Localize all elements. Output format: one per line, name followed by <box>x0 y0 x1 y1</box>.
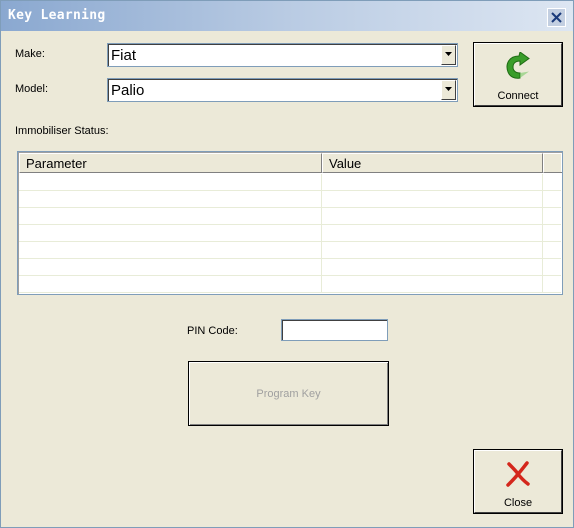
parameter-cell <box>19 276 322 292</box>
filler-cell <box>543 174 562 190</box>
table-row[interactable] <box>19 225 561 242</box>
value-cell <box>322 208 543 224</box>
value-cell <box>322 225 543 241</box>
filler-cell <box>543 225 562 241</box>
program-key-button[interactable]: Program Key <box>188 361 389 426</box>
key-learning-window: Key Learning Make: Fiat Model: Palio Con… <box>0 0 574 528</box>
window-title: Key Learning <box>8 8 106 23</box>
filler-cell <box>543 208 562 224</box>
model-value: Palio <box>111 82 145 99</box>
table-row[interactable] <box>19 191 561 208</box>
connect-button[interactable]: Connect <box>473 42 563 107</box>
table-header: Parameter Value <box>19 153 562 173</box>
model-label: Model: <box>15 83 49 95</box>
green-arrow-icon <box>506 52 530 79</box>
parameter-cell <box>19 225 322 241</box>
filler-cell <box>543 191 562 207</box>
table-row[interactable] <box>19 276 561 293</box>
connect-label: Connect <box>497 90 539 102</box>
pin-code-label: PIN Code: <box>187 325 238 337</box>
parameter-cell <box>19 191 322 207</box>
filler-cell <box>543 242 562 258</box>
title-bar[interactable]: Key Learning <box>1 1 573 31</box>
table-row[interactable] <box>19 242 561 259</box>
filler-cell <box>543 276 562 292</box>
title-close-button[interactable] <box>547 8 566 27</box>
filler-cell <box>543 259 562 275</box>
immobiliser-status-label: Immobiliser Status: <box>15 125 109 137</box>
make-value: Fiat <box>111 47 137 64</box>
value-cell <box>322 191 543 207</box>
model-dropdown-button[interactable] <box>441 80 456 100</box>
column-header-value[interactable]: Value <box>322 153 543 173</box>
model-select[interactable]: Palio <box>107 78 458 102</box>
close-icon <box>551 12 562 23</box>
value-cell <box>322 242 543 258</box>
column-header-filler <box>543 153 562 173</box>
make-label: Make: <box>15 48 45 60</box>
chevron-down-icon <box>445 87 452 91</box>
program-key-label: Program Key <box>256 388 321 400</box>
column-header-parameter[interactable]: Parameter <box>19 153 322 173</box>
value-cell <box>322 259 543 275</box>
parameter-cell <box>19 208 322 224</box>
parameter-cell <box>19 242 322 258</box>
value-cell <box>322 174 543 190</box>
make-dropdown-button[interactable] <box>441 45 456 65</box>
immobiliser-status-table[interactable]: Parameter Value <box>17 151 563 295</box>
make-select[interactable]: Fiat <box>107 43 458 67</box>
parameter-cell <box>19 259 322 275</box>
value-cell <box>322 276 543 292</box>
close-button[interactable]: Close <box>473 449 563 514</box>
pin-code-input[interactable] <box>281 319 388 341</box>
parameter-cell <box>19 174 322 190</box>
chevron-down-icon <box>445 52 452 56</box>
table-row[interactable] <box>19 259 561 276</box>
red-x-icon <box>506 461 530 487</box>
table-row[interactable] <box>19 174 561 191</box>
close-label: Close <box>503 497 533 509</box>
table-row[interactable] <box>19 208 561 225</box>
